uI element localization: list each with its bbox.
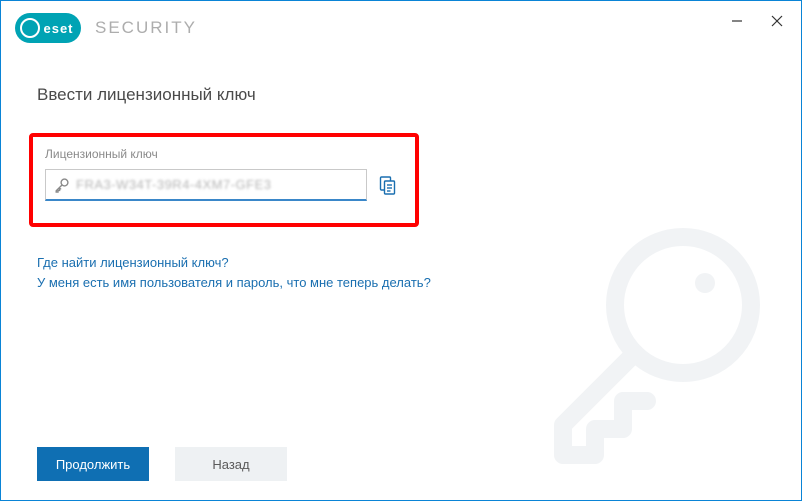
minimize-button[interactable] [717,7,757,35]
license-highlight-box: Лицензионный ключ FRA3-W34T-39R4-4XM7-GF… [29,133,419,227]
help-links: Где найти лицензионный ключ? У меня есть… [37,253,765,292]
minimize-icon [731,15,743,27]
window-controls [717,7,797,35]
close-icon [771,15,783,27]
background-key-icon [523,205,783,465]
close-button[interactable] [757,7,797,35]
paste-button[interactable] [377,174,397,196]
page-title: Ввести лицензионный ключ [37,85,765,105]
clipboard-icon [377,174,397,196]
license-value: FRA3-W34T-39R4-4XM7-GFE3 [76,177,272,192]
footer: Продолжить Назад [1,428,801,500]
eset-badge: eset [15,13,81,43]
app-window: eset SECURITY Ввести лицензионный ключ Л… [0,0,802,501]
key-icon [54,177,70,193]
link-have-credentials[interactable]: У меня есть имя пользователя и пароль, ч… [37,273,457,293]
brand-logo: eset SECURITY [15,13,197,43]
continue-button[interactable]: Продолжить [37,447,149,481]
link-where-find-key[interactable]: Где найти лицензионный ключ? [37,253,457,273]
license-field-label: Лицензионный ключ [45,147,397,161]
license-input-row: FRA3-W34T-39R4-4XM7-GFE3 [45,169,397,201]
eset-circle-icon [20,18,40,38]
eset-logo-text: eset [43,21,73,36]
back-button[interactable]: Назад [175,447,287,481]
titlebar: eset SECURITY [1,1,801,55]
content-area: Ввести лицензионный ключ Лицензионный кл… [1,55,801,428]
brand-product: SECURITY [95,18,197,38]
license-input[interactable]: FRA3-W34T-39R4-4XM7-GFE3 [45,169,367,201]
